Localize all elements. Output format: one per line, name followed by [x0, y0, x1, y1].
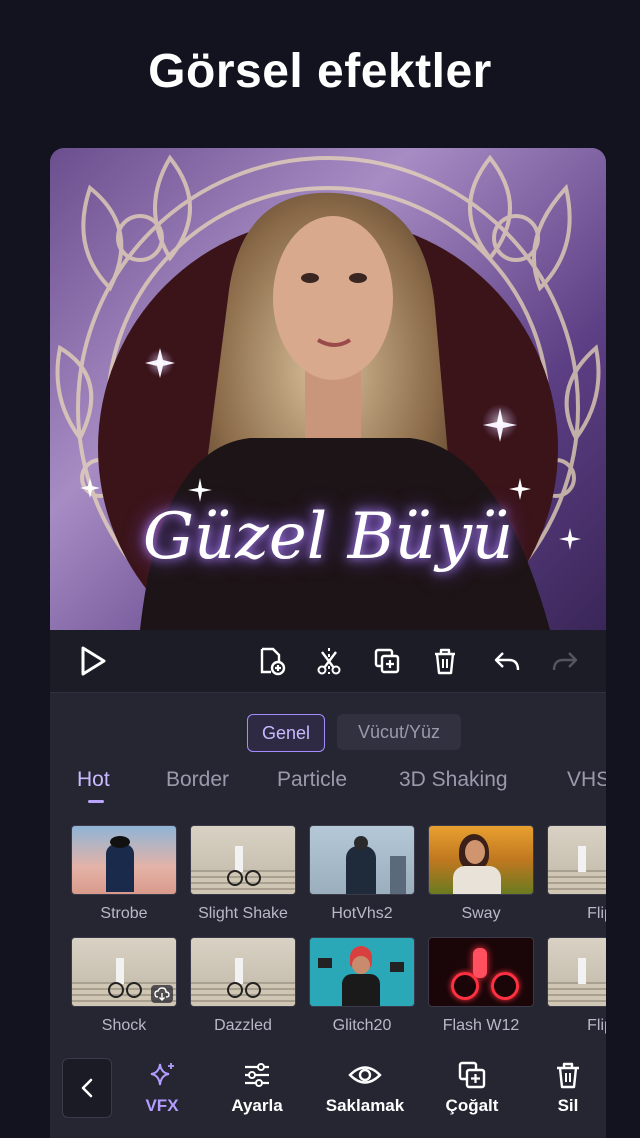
- page-headline: Görsel efektler: [148, 45, 492, 98]
- chevron-left-icon: [81, 1078, 93, 1098]
- nav-hide-label: Saklamak: [325, 1096, 405, 1115]
- bottom-nav: VFX Ayarla Saklamak Çoğalt Sil: [50, 1048, 606, 1138]
- effect-label: Flip: [587, 1017, 606, 1034]
- back-button[interactable]: [62, 1058, 112, 1118]
- effect-label: Slight Shake: [198, 905, 288, 922]
- effect-thumbnail: [190, 937, 296, 1007]
- effect-tile[interactable]: Flash W12: [428, 937, 534, 1035]
- nav-vfx[interactable]: VFX: [142, 1060, 182, 1116]
- effect-thumbnail: [428, 825, 534, 895]
- effect-thumbnail: [547, 937, 606, 1007]
- duplicate-icon[interactable]: [370, 644, 404, 678]
- delete-icon[interactable]: [428, 644, 462, 678]
- trash-icon: [557, 1062, 579, 1089]
- editor-panel: Güzel Büyü Genel Vücut/Yüz Hot Border Pa…: [50, 148, 606, 1138]
- undo-icon[interactable]: [490, 644, 524, 678]
- effect-label: Shock: [101, 1017, 147, 1034]
- effect-label: Dazzled: [214, 1017, 272, 1034]
- download-icon: [151, 985, 173, 1003]
- effect-tile[interactable]: Slight Shake: [190, 825, 296, 923]
- effect-thumbnail: [309, 937, 415, 1007]
- effect-label: HotVhs2: [331, 905, 393, 922]
- effect-tile[interactable]: Strobe: [71, 825, 177, 923]
- nav-duplicate[interactable]: Çoğalt: [441, 1060, 503, 1116]
- play-icon[interactable]: [76, 644, 110, 678]
- redo-icon[interactable]: [548, 644, 582, 678]
- nav-delete-label: Sil: [557, 1096, 579, 1115]
- duplicate-icon: [458, 1061, 486, 1089]
- effect-tile[interactable]: Shock: [71, 937, 177, 1035]
- effect-tile[interactable]: Dazzled: [190, 937, 296, 1035]
- nav-delete[interactable]: Sil: [548, 1060, 588, 1116]
- nav-adjust[interactable]: Ayarla: [227, 1060, 287, 1116]
- tab-particle[interactable]: Particle: [277, 768, 347, 792]
- effect-thumbnail: [547, 825, 606, 895]
- effect-thumbnail: [71, 937, 177, 1007]
- category-tabs: Hot Border Particle 3D Shaking VHS: [50, 764, 606, 804]
- nav-vfx-label: VFX: [145, 1096, 179, 1115]
- edit-toolbar: [50, 630, 606, 693]
- nav-duplicate-label: Çoğalt: [445, 1096, 499, 1115]
- video-preview[interactable]: Güzel Büyü: [50, 148, 606, 630]
- effect-label: Strobe: [100, 905, 148, 922]
- segment-body-face[interactable]: Vücut/Yüz: [337, 714, 461, 750]
- tab-hot[interactable]: Hot: [77, 768, 110, 792]
- segment-general[interactable]: Genel: [247, 714, 325, 752]
- add-clip-icon[interactable]: [254, 644, 288, 678]
- nav-adjust-label: Ayarla: [231, 1096, 283, 1115]
- sliders-icon: [245, 1063, 269, 1087]
- effect-thumbnail: [309, 825, 415, 895]
- effect-tile[interactable]: Sway: [428, 825, 534, 923]
- effect-thumbnail: [71, 825, 177, 895]
- effect-tile[interactable]: Glitch20: [309, 937, 415, 1035]
- tab-3d-shaking[interactable]: 3D Shaking: [399, 768, 508, 792]
- effect-label: Flip: [587, 905, 606, 922]
- sparkle-icon: [150, 1063, 174, 1086]
- effect-thumbnail: [190, 825, 296, 895]
- effect-tile[interactable]: HotVhs2: [309, 825, 415, 923]
- effect-tile[interactable]: Flip: [547, 937, 606, 1035]
- tab-border[interactable]: Border: [166, 768, 229, 792]
- overlay-title-text[interactable]: Güzel Büyü: [50, 500, 606, 574]
- effect-label: Sway: [461, 905, 501, 922]
- tab-vhs[interactable]: VHS: [567, 768, 606, 792]
- active-tab-indicator: [88, 800, 104, 803]
- effect-label: Flash W12: [442, 1017, 520, 1034]
- effect-tile[interactable]: Flip: [547, 825, 606, 923]
- effect-thumbnail: [428, 937, 534, 1007]
- eye-icon: [348, 1066, 382, 1084]
- split-icon[interactable]: [312, 644, 346, 678]
- effect-label: Glitch20: [332, 1017, 392, 1034]
- effects-grid: Strobe Slight Shake HotVhs2 Sway Fli Sho…: [50, 825, 606, 1045]
- nav-hide[interactable]: Saklamak: [320, 1060, 410, 1116]
